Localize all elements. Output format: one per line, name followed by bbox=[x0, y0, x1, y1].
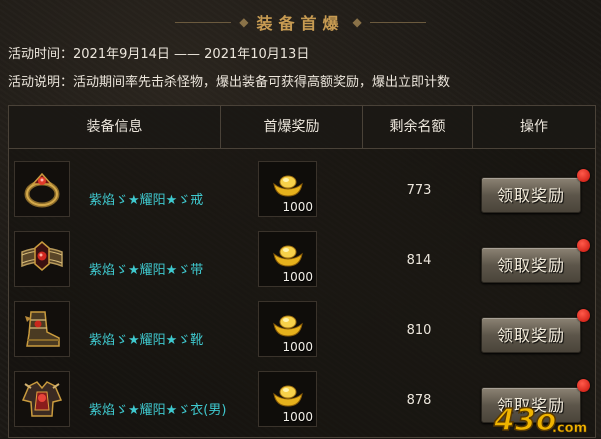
reward-slot[interactable]: 1000 bbox=[258, 161, 317, 217]
header-first-drop-reward: 首爆奖励 bbox=[221, 106, 363, 148]
gold-ingot-icon bbox=[273, 385, 303, 407]
remaining-count: 810 bbox=[406, 323, 432, 338]
diamond-ornament-icon: ◆ bbox=[239, 15, 249, 29]
gold-ingot-icon bbox=[273, 315, 303, 337]
remaining-count: 814 bbox=[406, 253, 432, 268]
remaining-count: 773 bbox=[406, 183, 432, 198]
reward-count: 1000 bbox=[282, 270, 313, 284]
reward-slot[interactable]: 1000 bbox=[258, 231, 317, 287]
reward-count: 1000 bbox=[282, 410, 313, 424]
boots-icon[interactable] bbox=[14, 301, 70, 357]
first-drop-table: 装备信息 首爆奖励 剩余名额 操作 紫焰ゞ★耀阳★ゞ戒 1000 773 领取奖 bbox=[8, 105, 596, 438]
armor-icon[interactable] bbox=[14, 371, 70, 427]
claim-reward-button[interactable]: 领取奖励 bbox=[481, 247, 581, 283]
header-action: 操作 bbox=[520, 119, 548, 135]
reward-count: 1000 bbox=[282, 200, 313, 214]
notification-dot-icon bbox=[577, 239, 590, 252]
gold-ingot-icon bbox=[273, 245, 303, 267]
item-name[interactable]: 紫焰ゞ★耀阳★ゞ衣(男) bbox=[89, 399, 226, 418]
title-bar: ◆ 装备首爆 ◆ bbox=[0, 8, 601, 36]
reward-count: 1000 bbox=[282, 340, 313, 354]
notification-dot-icon bbox=[577, 169, 590, 182]
gold-ingot-icon bbox=[273, 175, 303, 197]
title-left-line bbox=[175, 21, 232, 23]
event-time: 活动时间：2021年9月14日 —— 2021年10月13日 bbox=[8, 47, 310, 62]
title-right-line bbox=[369, 21, 426, 23]
item-name[interactable]: 紫焰ゞ★耀阳★ゞ带 bbox=[89, 259, 203, 278]
table-row: 紫焰ゞ★耀阳★ゞ带 1000 814 领取奖励 bbox=[9, 229, 595, 299]
ring-icon[interactable] bbox=[14, 161, 70, 217]
table-header: 装备信息 首爆奖励 剩余名额 操作 bbox=[9, 106, 595, 149]
reward-slot[interactable]: 1000 bbox=[258, 371, 317, 427]
claim-reward-button[interactable]: 领取奖励 bbox=[481, 177, 581, 213]
svg-text:43o: 43o bbox=[493, 403, 556, 438]
item-name[interactable]: 紫焰ゞ★耀阳★ゞ靴 bbox=[89, 329, 203, 348]
item-name[interactable]: 紫焰ゞ★耀阳★ゞ戒 bbox=[89, 189, 203, 208]
notification-dot-icon bbox=[577, 379, 590, 392]
claim-reward-button[interactable]: 领取奖励 bbox=[481, 317, 581, 353]
table-row: 紫焰ゞ★耀阳★ゞ靴 1000 810 领取奖励 bbox=[9, 299, 595, 369]
header-remaining-slots: 剩余名额 bbox=[363, 106, 473, 148]
svg-text:.com: .com bbox=[552, 421, 587, 436]
notification-dot-icon bbox=[577, 309, 590, 322]
table-row: 紫焰ゞ★耀阳★ゞ戒 1000 773 领取奖励 bbox=[9, 159, 595, 229]
diamond-ornament-icon: ◆ bbox=[352, 15, 362, 29]
belt-icon[interactable] bbox=[14, 231, 70, 287]
site-watermark-logo: 43o .com bbox=[492, 402, 587, 438]
event-description: 活动说明：活动期间率先击杀怪物，爆出装备可获得高额奖励，爆出立即计数 bbox=[8, 75, 451, 90]
remaining-count: 878 bbox=[406, 393, 432, 408]
page-title: 装备首爆 bbox=[256, 14, 345, 33]
header-equipment-info: 装备信息 bbox=[9, 106, 221, 148]
reward-slot[interactable]: 1000 bbox=[258, 301, 317, 357]
